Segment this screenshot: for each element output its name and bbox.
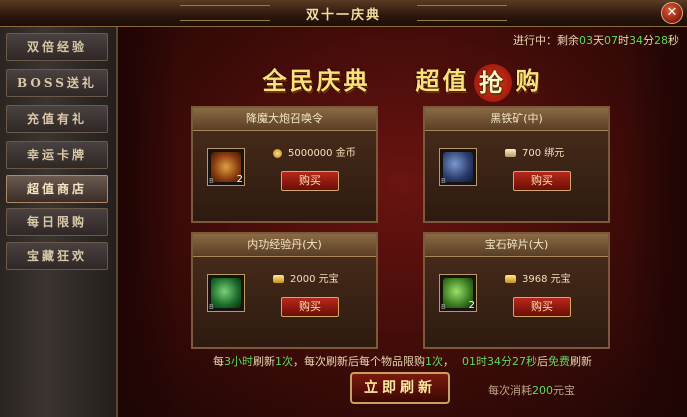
price: 700 绑元 xyxy=(505,144,564,159)
currency-label: 金币 xyxy=(335,148,356,159)
banner-right-post: 购 xyxy=(515,66,543,95)
footer-text: 刷新 xyxy=(253,355,275,368)
bound-tag: B xyxy=(441,177,446,185)
card-title: 宝石碎片(大) xyxy=(425,234,608,257)
timer-seconds: 28 xyxy=(654,34,668,47)
banner-left: 全民庆典 xyxy=(262,66,371,95)
item-slot[interactable]: B 2 xyxy=(439,274,477,312)
timer-unit: 时 xyxy=(618,34,629,47)
black-iron-ore-icon xyxy=(443,152,473,182)
currency-label: 元宝 xyxy=(318,274,339,285)
timer-days: 03 xyxy=(579,34,593,47)
item-count: 2 xyxy=(236,174,243,185)
card-title: 黑铁矿(中) xyxy=(425,108,608,131)
price: 5000000 金币 xyxy=(273,144,356,159)
bound-tag: B xyxy=(209,303,214,311)
shop-card: 黑铁矿(中) B 700 绑元 购买 xyxy=(423,106,610,223)
gold-coin-icon xyxy=(273,148,282,158)
currency-label: 绑元 xyxy=(544,148,565,159)
bound-ingot-icon xyxy=(505,149,516,157)
sidebar-item-lucky-card[interactable]: 幸运卡牌 xyxy=(6,141,108,169)
footer-text: 每 xyxy=(213,355,224,368)
refresh-countdown: 01时34分27秒 xyxy=(462,355,537,368)
timer-unit: 分 xyxy=(643,34,654,47)
price-value: 5000000 xyxy=(288,148,333,159)
item-slot[interactable]: B xyxy=(207,274,245,312)
cost-post: 元宝 xyxy=(553,384,575,397)
cost-amount: 200 xyxy=(532,384,553,397)
timer-prefix: 进行中：剩余 xyxy=(513,34,579,47)
refresh-now-button[interactable]: 立即刷新 xyxy=(350,372,450,404)
refresh-times: 1次 xyxy=(275,355,293,368)
close-icon[interactable]: ✕ xyxy=(661,2,683,24)
shop-card: 降魔大炮召唤令 B 2 5000000 金币 购买 xyxy=(191,106,378,223)
banner-right-pre: 超值 xyxy=(415,66,470,95)
buy-button[interactable]: 购买 xyxy=(281,297,339,317)
sidebar-item-recharge-gift[interactable]: 充值有礼 xyxy=(6,105,108,133)
timer-minutes: 34 xyxy=(629,34,643,47)
bound-tag: B xyxy=(209,177,214,185)
purchase-limit: 1次 xyxy=(425,355,443,368)
event-window: 双十一庆典 ✕ 双倍经验 BOSS送礼 充值有礼 幸运卡牌 超值商店 每日限购 … xyxy=(0,0,687,417)
footer-text: 后 xyxy=(537,355,548,368)
event-banner: 全民庆典 超值抢购 xyxy=(118,61,687,102)
sidebar: 双倍经验 BOSS送礼 充值有礼 幸运卡牌 超值商店 每日限购 宝藏狂欢 xyxy=(0,27,118,417)
refresh-info: 每3小时刷新1次，每次刷新后每个物品限购1次， 01时34分27秒后免费刷新 xyxy=(118,353,687,369)
free-label: 免费 xyxy=(548,355,570,368)
sidebar-item-boss-gift[interactable]: BOSS送礼 xyxy=(6,69,108,97)
sidebar-item-treasure-carnival[interactable]: 宝藏狂欢 xyxy=(6,242,108,270)
buy-button[interactable]: 购买 xyxy=(281,171,339,191)
buy-button[interactable]: 购买 xyxy=(513,297,571,317)
item-slot[interactable]: B 2 xyxy=(207,148,245,186)
footer-text: 刷新 xyxy=(570,355,592,368)
price-value: 3968 xyxy=(522,274,548,285)
refresh-cost: 每次消耗200元宝 xyxy=(488,382,575,398)
buy-button[interactable]: 购买 xyxy=(513,171,571,191)
shop-card: 宝石碎片(大) B 2 3968 元宝 购买 xyxy=(423,232,610,349)
timer-unit: 天 xyxy=(593,34,604,47)
shop-card: 内功经验丹(大) B 2000 元宝 购买 xyxy=(191,232,378,349)
item-count: 2 xyxy=(468,300,475,311)
sidebar-item-daily-limit[interactable]: 每日限购 xyxy=(6,208,108,236)
refresh-interval: 3小时 xyxy=(224,355,253,368)
card-title: 内功经验丹(大) xyxy=(193,234,376,257)
event-timer: 进行中：剩余03天07时34分28秒 xyxy=(513,32,679,48)
sidebar-item-value-shop[interactable]: 超值商店 xyxy=(6,175,108,203)
exp-pill-icon xyxy=(211,278,241,308)
timer-hours: 07 xyxy=(604,34,618,47)
bound-tag: B xyxy=(441,303,446,311)
window-title: 双十一庆典 xyxy=(305,8,381,23)
timer-unit: 秒 xyxy=(668,34,679,47)
banner-right: 超值抢购 xyxy=(416,61,543,102)
footer-text: ，每次刷新后每个物品限购 xyxy=(293,355,425,368)
price: 2000 元宝 xyxy=(273,270,339,285)
price-value: 2000 xyxy=(290,274,316,285)
ingot-icon xyxy=(505,275,516,283)
item-slot[interactable]: B xyxy=(439,148,477,186)
ingot-icon xyxy=(273,275,284,283)
card-title: 降魔大炮召唤令 xyxy=(193,108,376,131)
grab-badge: 抢 xyxy=(473,63,512,102)
sidebar-item-double-exp[interactable]: 双倍经验 xyxy=(6,33,108,61)
cost-pre: 每次消耗 xyxy=(488,384,532,397)
footer-text: ， xyxy=(443,355,454,368)
currency-label: 元宝 xyxy=(550,274,571,285)
price-value: 700 xyxy=(522,148,542,159)
main-panel: 进行中：剩余03天07时34分28秒 全民庆典 超值抢购 降魔大炮召唤令 B 2… xyxy=(118,27,687,417)
title-bar: 双十一庆典 ✕ xyxy=(0,0,687,27)
price: 3968 元宝 xyxy=(505,270,571,285)
